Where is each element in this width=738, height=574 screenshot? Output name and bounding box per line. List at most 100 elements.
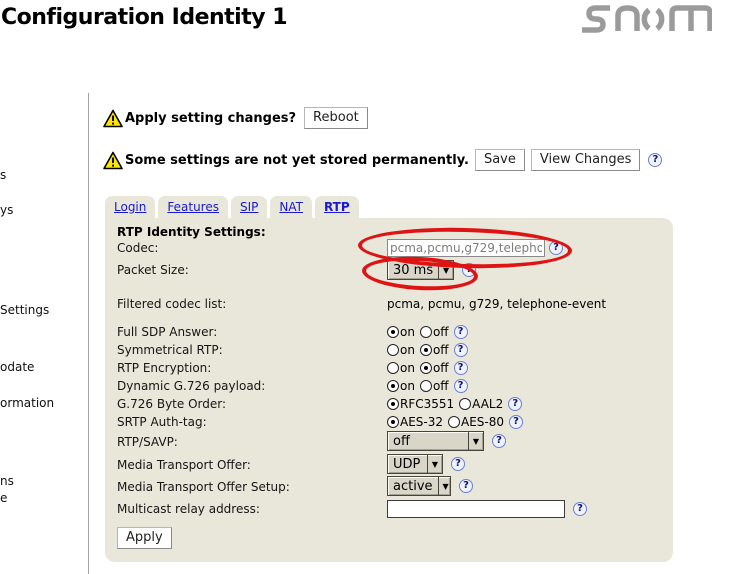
radio-off-label: off (433, 379, 449, 393)
sidebar-item-fragment[interactable]: odate (0, 360, 34, 374)
media-transport-offer-select[interactable]: UDP ▼ (387, 454, 443, 474)
radio-off-label: off (433, 343, 449, 357)
radio-aes80[interactable] (448, 416, 460, 428)
media-transport-offer-setup-select[interactable]: active ▼ (387, 476, 451, 496)
warning-icon (103, 151, 123, 170)
tab-nat-link[interactable]: NAT (279, 200, 303, 214)
help-icon[interactable]: ? (454, 361, 468, 375)
page-title: Configuration Identity 1 (1, 5, 287, 30)
radio-off[interactable] (420, 326, 432, 338)
packet-size-select[interactable]: 30 ms ▼ (387, 260, 454, 280)
tab-rtp-link[interactable]: RTP (324, 200, 350, 214)
tab-login-link[interactable]: Login (114, 200, 146, 214)
dropdown-arrow-icon[interactable]: ▼ (468, 432, 483, 450)
sidebar-item-fragment[interactable]: ormation (0, 396, 54, 410)
tab-features-link[interactable]: Features (167, 200, 219, 214)
radio-aal2[interactable] (459, 398, 471, 410)
row-packet-size: Packet Size: 30 ms ▼ ? (105, 260, 673, 280)
multicast-relay-address-input[interactable] (387, 500, 565, 518)
row-multicast-relay-address: Multicast relay address: ? (105, 499, 673, 519)
radio-off[interactable] (420, 344, 432, 356)
row-filtered-codec-list: Filtered codec list: pcma, pcmu, g729, t… (105, 294, 673, 314)
snom-logo-icon (580, 4, 712, 34)
radio-aes80-label: AES-80 (461, 415, 504, 429)
row-rtp-encryption: RTP Encryption: on off ? (105, 358, 673, 378)
help-icon[interactable]: ? (509, 415, 523, 429)
radio-off[interactable] (420, 362, 432, 374)
help-icon[interactable]: ? (549, 241, 563, 255)
packet-size-value: 30 ms (388, 261, 438, 279)
rtp-savp-select[interactable]: off ▼ (387, 431, 484, 451)
help-icon[interactable]: ? (573, 502, 587, 516)
reboot-button[interactable]: Reboot (304, 107, 368, 129)
help-icon[interactable]: ? (451, 457, 465, 471)
row-media-transport-offer-setup: Media Transport Offer Setup: active ▼ ? (105, 475, 673, 497)
radio-on[interactable] (387, 344, 399, 356)
tab-nat[interactable]: NAT (270, 196, 312, 218)
snom-config-page: Configuration Identity 1 snom s ys Setti… (0, 0, 738, 574)
dynamic-g726-payload-label: Dynamic G.726 payload: (117, 379, 265, 393)
row-dynamic-g726-payload: Dynamic G.726 payload: on off ? (105, 376, 673, 396)
row-full-sdp-answer: Full SDP Answer: on off ? (105, 322, 673, 342)
radio-aes32[interactable] (387, 416, 399, 428)
apply-button[interactable]: Apply (117, 527, 172, 549)
view-changes-button[interactable]: View Changes (531, 149, 641, 171)
help-icon[interactable]: ? (454, 379, 468, 393)
dropdown-arrow-icon[interactable]: ▼ (438, 261, 453, 279)
reboot-warning-row: Apply setting changes? Reboot (103, 106, 368, 130)
g726-byte-order-label: G.726 Byte Order: (117, 397, 226, 411)
radio-on-label: on (400, 361, 415, 375)
multicast-relay-address-label: Multicast relay address: (117, 502, 260, 516)
full-sdp-answer-label: Full SDP Answer: (117, 325, 217, 339)
radio-on-label: on (400, 325, 415, 339)
row-srtp-auth-tag: SRTP Auth-tag: AES-32 AES-80 ? (105, 412, 673, 432)
radio-on[interactable] (387, 380, 399, 392)
row-g726-byte-order: G.726 Byte Order: RFC3551 AAL2 ? (105, 394, 673, 414)
tab-sip-link[interactable]: SIP (240, 200, 258, 214)
help-icon[interactable]: ? (508, 397, 522, 411)
sidebar-divider (88, 93, 89, 574)
codec-input[interactable] (387, 239, 545, 257)
radio-aal2-label: AAL2 (472, 397, 503, 411)
help-icon[interactable]: ? (492, 434, 506, 448)
panel-heading: RTP Identity Settings: (117, 225, 266, 239)
radio-on[interactable] (387, 362, 399, 374)
help-icon[interactable]: ? (462, 263, 476, 277)
tab-rtp[interactable]: RTP (315, 196, 359, 218)
sidebar-item-fragment[interactable]: s (0, 168, 6, 182)
reboot-warning-text: Apply setting changes? (125, 111, 296, 126)
rtp-settings-panel: RTP Identity Settings: Codec: ? Packet S… (105, 218, 673, 562)
radio-rfc3551-label: RFC3551 (400, 397, 454, 411)
help-icon[interactable]: ? (459, 479, 473, 493)
help-icon[interactable]: ? (454, 343, 468, 357)
sidebar-item-fragment[interactable]: e (0, 491, 7, 505)
media-transport-offer-setup-value: active (388, 477, 438, 495)
tab-login[interactable]: Login (105, 196, 155, 218)
warning-icon (103, 109, 123, 128)
radio-on[interactable] (387, 326, 399, 338)
sidebar-item-fragment[interactable]: ys (0, 203, 13, 217)
media-transport-offer-label: Media Transport Offer: (117, 458, 251, 472)
help-icon[interactable]: ? (648, 153, 662, 167)
row-symmetrical-rtp: Symmetrical RTP: on off ? (105, 340, 673, 360)
radio-rfc3551[interactable] (387, 398, 399, 410)
tab-sip[interactable]: SIP (231, 196, 267, 218)
rtp-savp-value: off (388, 432, 468, 450)
sidebar-item-fragment[interactable]: ns (0, 474, 14, 488)
radio-on-label: on (400, 343, 415, 357)
row-media-transport-offer: Media Transport Offer: UDP ▼ ? (105, 453, 673, 475)
radio-off-label: off (433, 325, 449, 339)
sidebar-item-fragment[interactable]: Settings (0, 303, 49, 317)
save-button[interactable]: Save (475, 149, 525, 171)
srtp-auth-tag-label: SRTP Auth-tag: (117, 415, 207, 429)
save-warning-text: Some settings are not yet stored permane… (125, 153, 469, 168)
radio-aes32-label: AES-32 (400, 415, 443, 429)
dropdown-arrow-icon[interactable]: ▼ (438, 477, 453, 495)
tab-features[interactable]: Features (158, 196, 228, 218)
row-rtp-savp: RTP/SAVP: off ▼ ? (105, 430, 673, 452)
codec-label: Codec: (117, 241, 158, 255)
dropdown-arrow-icon[interactable]: ▼ (427, 455, 442, 473)
filtered-codec-list-label: Filtered codec list: (117, 297, 226, 311)
radio-off[interactable] (420, 380, 432, 392)
help-icon[interactable]: ? (454, 325, 468, 339)
